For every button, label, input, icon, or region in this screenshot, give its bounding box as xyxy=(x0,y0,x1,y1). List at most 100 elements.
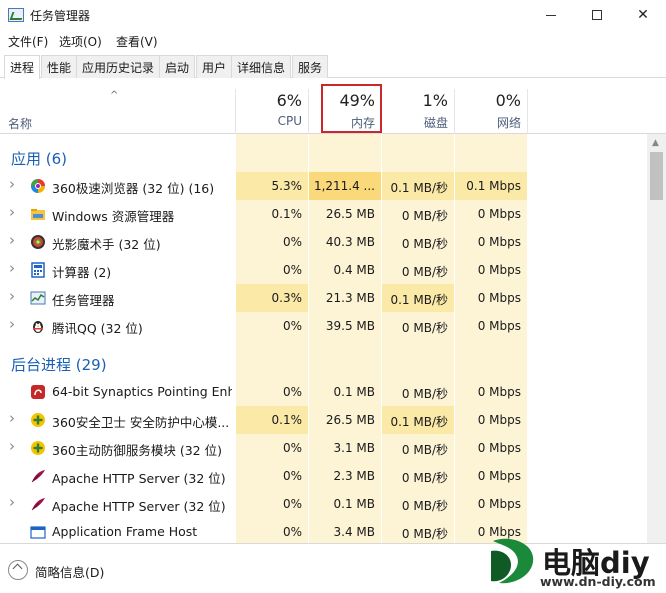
process-row[interactable]: › 计算器 (2) 0% 0.4 MB 0 MB/秒 0 Mbps xyxy=(0,256,646,284)
disk-value: 0.1 MB/秒 xyxy=(390,415,448,429)
memory-value: 26.5 MB xyxy=(325,207,375,221)
memory-value: 1,211.4 ... xyxy=(313,179,375,193)
expand-chevron-icon[interactable]: › xyxy=(9,287,15,305)
expand-chevron-icon[interactable]: › xyxy=(9,437,15,455)
memory-value: 0.4 MB xyxy=(333,263,375,277)
column-divider[interactable] xyxy=(527,89,528,134)
process-name: 腾讯QQ (32 位) xyxy=(52,321,143,336)
close-icon: ✕ xyxy=(637,7,649,23)
memory-value: 26.5 MB xyxy=(325,413,375,427)
disk-value: 0 MB/秒 xyxy=(401,499,448,513)
cpu-value: 0.1% xyxy=(271,207,303,221)
tab-services[interactable]: 服务 xyxy=(292,55,329,78)
process-row[interactable]: › 360极速浏览器 (32 位) (16) 5.3% 1,211.4 ... 0.1 … xyxy=(0,172,646,200)
process-row[interactable]: › 光影魔术手 (32 位) 0% 40.3 MB 0 MB/秒 0 Mbps xyxy=(0,228,646,256)
cpu-value: 0% xyxy=(282,319,302,333)
process-row[interactable]: › 任务管理器 0.3% 21.3 MB 0.1 MB/秒 0 Mbps xyxy=(0,284,646,312)
expand-chevron-icon[interactable]: › xyxy=(9,203,15,221)
tab-users[interactable]: 用户 xyxy=(196,55,233,78)
minimize-icon xyxy=(546,14,556,16)
group-header-background[interactable]: 后台进程 (29) xyxy=(0,348,646,382)
memory-value: 21.3 MB xyxy=(325,291,375,305)
scroll-thumb[interactable] xyxy=(650,152,663,200)
group-title: 应用 (6) xyxy=(11,150,68,168)
cpu-value: 0% xyxy=(282,497,302,511)
disk-value: 0.1 MB/秒 xyxy=(390,181,448,195)
network-value: 0 Mbps xyxy=(477,291,521,305)
memory-value: 40.3 MB xyxy=(325,235,375,249)
menu-view[interactable]: 查看(V) xyxy=(116,33,158,50)
disk-value: 0 MB/秒 xyxy=(401,209,448,223)
process-row[interactable]: › 腾讯QQ (32 位) 0% 39.5 MB 0 MB/秒 0 Mbps xyxy=(0,312,646,340)
tab-processes[interactable]: 进程 xyxy=(4,55,41,79)
tab-app-history[interactable]: 应用历史记录 xyxy=(76,55,161,78)
cpu-value: 5.3% xyxy=(271,179,303,193)
expand-chevron-icon[interactable]: › xyxy=(9,175,15,193)
network-percent[interactable]: 0% xyxy=(455,91,521,110)
disk-value: 0 MB/秒 xyxy=(401,387,448,401)
scroll-up-icon[interactable]: ▲ xyxy=(652,138,659,148)
minimize-button[interactable] xyxy=(528,0,574,30)
memory-value: 39.5 MB xyxy=(325,319,375,333)
process-row[interactable]: › 360主动防御服务模块 (32 位) 0% 3.1 MB 0 MB/秒 0 Mbps xyxy=(0,434,646,462)
tab-bar: 进程 性能 应用历史记录 启动 用户 详细信息 服务 xyxy=(0,54,666,79)
disk-column-label[interactable]: 磁盘 xyxy=(382,114,448,131)
fewer-details-link[interactable]: 简略信息(D) xyxy=(35,562,104,581)
shield-plus-icon xyxy=(30,440,46,456)
window-frame-icon xyxy=(30,524,46,540)
process-row[interactable]: Apache HTTP Server (32 位) 0% 2.3 MB 0 MB/秒 0… xyxy=(0,462,646,490)
process-row[interactable]: › Apache HTTP Server (32 位) 0% 0.1 MB 0 MB/秒… xyxy=(0,490,646,518)
menu-file[interactable]: 文件(F) xyxy=(8,33,48,50)
group-header-apps[interactable]: 应用 (6) xyxy=(0,142,646,176)
process-name: Windows 资源管理器 xyxy=(52,209,175,224)
network-value: 0 Mbps xyxy=(477,207,521,221)
cpu-value: 0% xyxy=(282,263,302,277)
expand-chevron-icon[interactable]: › xyxy=(9,493,15,511)
expand-chevron-icon[interactable]: › xyxy=(9,259,15,277)
chrome-icon xyxy=(30,178,46,194)
camera-lens-icon xyxy=(30,234,46,250)
cpu-percent[interactable]: 6% xyxy=(236,91,302,110)
memory-value: 3.4 MB xyxy=(333,525,375,539)
expand-chevron-icon[interactable]: › xyxy=(9,315,15,333)
maximize-button[interactable] xyxy=(574,0,620,30)
process-name: 360安全卫士 安全防护中心模... xyxy=(52,415,230,430)
shield-plus-icon xyxy=(30,412,46,428)
network-column-label[interactable]: 网络 xyxy=(455,114,521,131)
process-row[interactable]: › 360安全卫士 安全防护中心模... 0.1% 26.5 MB 0.1 MB/秒 0 … xyxy=(0,406,646,434)
collapse-up-icon[interactable] xyxy=(8,560,28,580)
process-row[interactable]: › Windows 资源管理器 0.1% 26.5 MB 0 MB/秒 0 Mbps xyxy=(0,200,646,228)
vertical-scrollbar[interactable]: ▲ xyxy=(647,134,666,543)
expand-chevron-icon[interactable]: › xyxy=(9,409,15,427)
disk-value: 0 MB/秒 xyxy=(401,443,448,457)
disk-percent[interactable]: 1% xyxy=(382,91,448,110)
disk-value: 0.1 MB/秒 xyxy=(390,293,448,307)
process-name: Apache HTTP Server (32 位) xyxy=(52,499,226,514)
cpu-column-label[interactable]: CPU xyxy=(236,114,302,128)
group-title: 后台进程 (29) xyxy=(11,356,107,374)
tab-details[interactable]: 详细信息 xyxy=(231,55,292,78)
memory-value: 2.3 MB xyxy=(333,469,375,483)
task-manager-icon xyxy=(30,290,46,306)
synaptics-icon xyxy=(30,384,46,400)
process-name: 360极速浏览器 (32 位) (16) xyxy=(52,181,215,196)
task-manager-icon xyxy=(8,8,24,22)
network-value: 0 Mbps xyxy=(477,441,521,455)
network-value: 0 Mbps xyxy=(477,235,521,249)
disk-value: 0 MB/秒 xyxy=(401,527,448,541)
disk-value: 0 MB/秒 xyxy=(401,321,448,335)
sort-caret-icon[interactable]: ^ xyxy=(110,90,118,101)
tab-performance[interactable]: 性能 xyxy=(41,55,78,78)
menu-options[interactable]: 选项(O) xyxy=(59,33,102,50)
process-name: 光影魔术手 (32 位) xyxy=(52,237,161,252)
calculator-icon xyxy=(30,262,46,278)
process-row[interactable]: 64-bit Synaptics Pointing Enh... 0% 0.1 MB… xyxy=(0,378,646,406)
process-name: Application Frame Host xyxy=(52,524,198,539)
column-name[interactable]: 名称 xyxy=(8,115,32,132)
close-button[interactable]: ✕ xyxy=(620,0,666,30)
title-bar: 任务管理器 ✕ xyxy=(0,0,666,30)
tab-startup[interactable]: 启动 xyxy=(159,55,196,78)
expand-chevron-icon[interactable]: › xyxy=(9,231,15,249)
cpu-value: 0% xyxy=(282,525,302,539)
memory-value: 3.1 MB xyxy=(333,441,375,455)
